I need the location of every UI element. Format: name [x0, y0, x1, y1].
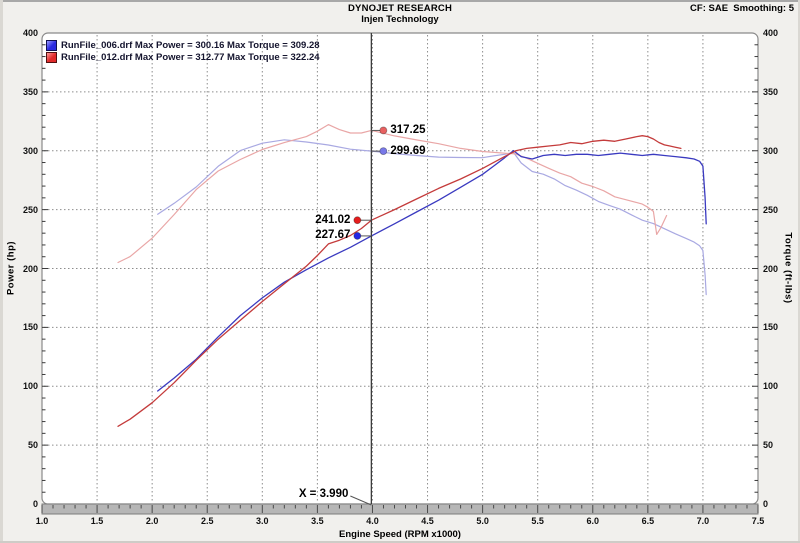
y-axis-right-tick-label: 400 [763, 28, 793, 38]
cursor-value-torque-run2: 317.25 [390, 124, 425, 136]
legend-row: RunFile_012.drf Max Power = 312.77 Max T… [46, 51, 320, 63]
legend-run-label: RunFile_006.drf Max Power = 300.16 Max T… [61, 40, 320, 51]
dyno-graph-window: DYNOJET RESEARCH Injen Technology CF: SA… [0, 0, 800, 543]
y-axis-right-tick-label: 300 [763, 146, 793, 156]
x-axis-tick-label: 4.0 [359, 516, 385, 526]
x-axis-tick-label: 3.0 [249, 516, 275, 526]
y-axis-left-tick-label: 100 [8, 381, 38, 391]
x-axis-tick-label: 7.0 [690, 516, 716, 526]
x-axis-tick-label: 5.5 [525, 516, 551, 526]
legend-color-swatch [46, 52, 57, 63]
x-axis-tick-label: 7.5 [745, 516, 771, 526]
plot-canvas [0, 0, 800, 543]
x-axis-tick-label: 2.5 [194, 516, 220, 526]
legend-color-swatch [46, 40, 57, 51]
x-axis-tick-label: 5.0 [470, 516, 496, 526]
y-axis-left-tick-label: 0 [8, 499, 38, 509]
y-axis-left-tick-label: 250 [8, 205, 38, 215]
cursor-marker-dot[interactable] [380, 127, 387, 134]
x-axis-tick-label: 1.0 [29, 516, 55, 526]
x-axis-tick-label: 6.5 [635, 516, 661, 526]
y-axis-left-tick-label: 200 [8, 264, 38, 274]
y-axis-left-tick-label: 150 [8, 322, 38, 332]
x-axis-tick-label: 1.5 [84, 516, 110, 526]
y-axis-right-tick-label: 50 [763, 440, 793, 450]
y-axis-right-tick-label: 100 [763, 381, 793, 391]
y-axis-left-tick-label: 400 [8, 28, 38, 38]
cursor-value-power-run1: 227.67 [315, 229, 350, 241]
y-axis-left-tick-label: 300 [8, 146, 38, 156]
x-axis-tick-label: 4.5 [415, 516, 441, 526]
y-axis-left-tick-label: 50 [8, 440, 38, 450]
x-axis-tick-label: 3.5 [304, 516, 330, 526]
cursor-value-power-run2: 241.02 [315, 214, 350, 226]
y-axis-right-tick-label: 200 [763, 264, 793, 274]
y-axis-right-tick-label: 0 [763, 499, 793, 509]
legend-row: RunFile_006.drf Max Power = 300.16 Max T… [46, 39, 320, 51]
cursor-marker-dot[interactable] [354, 217, 361, 224]
legend: RunFile_006.drf Max Power = 300.16 Max T… [46, 39, 320, 63]
cursor-marker-dot[interactable] [354, 232, 361, 239]
x-axis-ruler [42, 504, 758, 514]
x-axis-tick-label: 6.0 [580, 516, 606, 526]
x-axis-tick-label: 2.0 [139, 516, 165, 526]
x-axis-title: Engine Speed (RPM x1000) [0, 529, 800, 540]
y-axis-right-tick-label: 150 [763, 322, 793, 332]
y-axis-right-tick-label: 350 [763, 87, 793, 97]
cursor-value-torque-run1: 299.69 [390, 145, 425, 157]
legend-run-label: RunFile_012.drf Max Power = 312.77 Max T… [61, 52, 320, 63]
cursor-marker-dot[interactable] [380, 148, 387, 155]
cursor-x-label: X = 3.990 [299, 488, 349, 500]
y-axis-right-tick-label: 250 [763, 205, 793, 215]
y-axis-left-tick-label: 350 [8, 87, 38, 97]
